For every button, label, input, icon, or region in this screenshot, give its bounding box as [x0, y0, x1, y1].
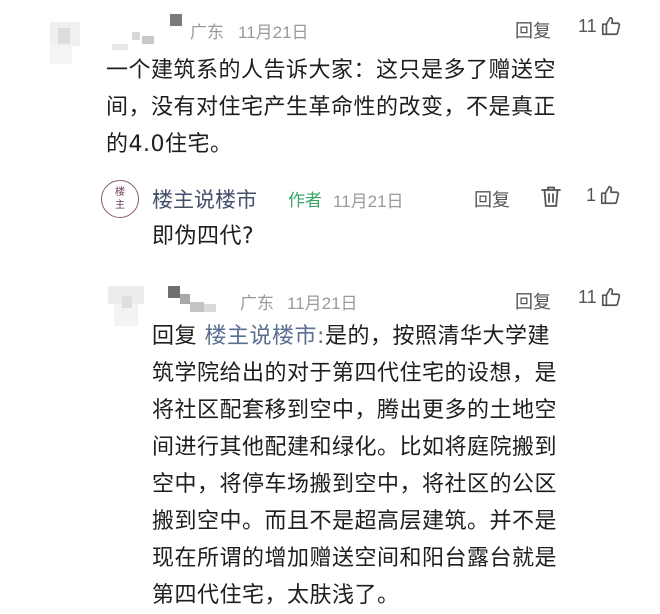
reply-button[interactable]: 回复 [515, 288, 551, 314]
comment-line: 现在所谓的增加赠送空间和阳台露台就是 [152, 546, 558, 571]
author-name[interactable]: 楼主说楼市 [152, 184, 257, 214]
avatar-char: 主 [115, 200, 125, 211]
trash-icon[interactable] [540, 185, 562, 209]
date-label: 11月21日 [333, 192, 404, 211]
like-count: 11 [578, 15, 597, 36]
comment-2: 楼 主 楼主说楼市 作者 11月21日 回复 1 即伪四代? [0, 170, 660, 270]
like-button[interactable]: 11 [578, 15, 622, 37]
avatar[interactable] [50, 22, 98, 66]
thumbs-up-icon [600, 286, 622, 308]
like-count: 11 [578, 286, 597, 307]
comment-line: 空中，将停车场搬到空中，将社区的公区 [152, 472, 558, 497]
comment-text: 回复 楼主说楼市:是的，按照清华大学建 筑学院给出的对于第四代住宅的设想，是 将… [152, 318, 632, 614]
like-button[interactable]: 1 [586, 184, 621, 206]
comment-line: 第四代住宅，太肤浅了。 [152, 583, 400, 608]
avatar[interactable] [108, 286, 152, 330]
username-mosaic[interactable] [160, 284, 230, 320]
comment-line: 一个建筑系的人告诉大家：这只是多了赠送空 [106, 58, 557, 83]
comment-line: 间进行其他配建和绿化。比如将庭院搬到 [152, 435, 558, 460]
comment-line-rest: 是的，按照清华大学建 [324, 324, 550, 349]
avatar[interactable]: 楼 主 [101, 180, 139, 218]
comment-line: 间，没有对住宅产生革命性的改变，不是真正 [106, 95, 557, 120]
date-label: 11月21日 [238, 23, 309, 42]
location-label: 广东 [190, 23, 224, 42]
comment-line: 搬到空中。而且不是超高层建筑。并不是 [152, 509, 558, 534]
like-count: 1 [586, 184, 597, 205]
thumbs-up-icon [599, 184, 621, 206]
reply-prefix: 回复 [152, 324, 198, 349]
date-label: 11月21日 [287, 294, 358, 313]
comment-3: 广东 11月21日 回复 11 回复 楼主说楼市:是的，按照清华大学建 筑学院给… [0, 270, 660, 610]
comment-text: 即伪四代? [152, 224, 255, 249]
comment-text: 一个建筑系的人告诉大家：这只是多了赠送空 间，没有对住宅产生革命性的改变，不是真… [106, 52, 646, 163]
thumbs-up-icon [600, 15, 622, 37]
comment-1: 广东 11月21日 回复 11 一个建筑系的人告诉大家：这只是多了赠送空 间，没… [0, 0, 660, 170]
comment-line: 将社区配套移到空中，腾出更多的土地空 [152, 398, 558, 423]
reply-target-link[interactable]: 楼主说楼市: [205, 324, 325, 349]
author-badge: 作者 [288, 191, 322, 211]
avatar-char: 楼 [115, 187, 125, 198]
like-button[interactable]: 11 [578, 286, 622, 308]
comment-line: 回复 楼主说楼市:是的，按照清华大学建 [152, 318, 632, 355]
reply-button[interactable]: 回复 [515, 17, 551, 43]
comment-line: 筑学院给出的对于第四代住宅的设想，是 [152, 361, 558, 386]
reply-button[interactable]: 回复 [474, 186, 510, 212]
location-label: 广东 [240, 294, 274, 313]
comment-line: 的4.0住宅。 [106, 132, 233, 157]
username-mosaic[interactable] [112, 14, 182, 50]
